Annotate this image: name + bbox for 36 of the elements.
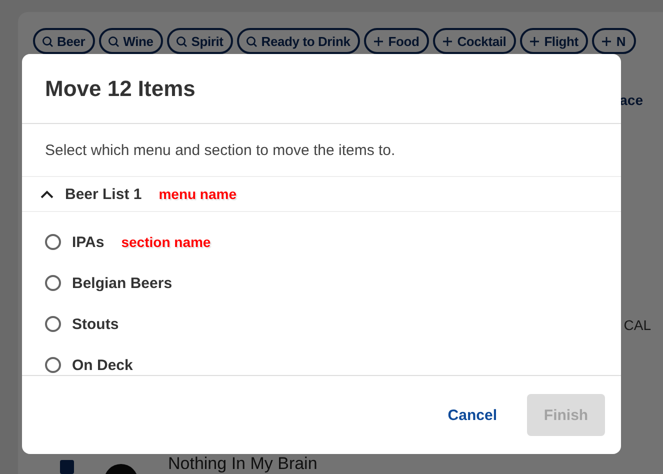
dialog-title: Move 12 Items <box>45 76 196 102</box>
plus-icon <box>601 36 612 46</box>
filter-chip[interactable]: Flight <box>520 28 588 54</box>
checkbox[interactable] <box>60 460 74 474</box>
radio-button[interactable] <box>45 234 61 250</box>
menu-header[interactable]: Beer List 1 menu name <box>22 177 621 212</box>
section-name: Belgian Beers <box>72 274 172 292</box>
section-name: On Deck <box>72 356 133 374</box>
radio-button[interactable] <box>45 275 61 291</box>
item-details: CAL <box>624 317 651 333</box>
section-name: Stouts <box>72 316 119 332</box>
filter-chip[interactable]: Ready to Drink <box>237 28 360 54</box>
search-icon <box>176 36 188 46</box>
plus-icon <box>373 36 384 46</box>
link-text[interactable]: ace <box>620 92 643 108</box>
radio-button[interactable] <box>45 357 61 373</box>
annotation-label: section name <box>121 234 211 250</box>
plus-icon <box>529 36 540 46</box>
dialog-description: Select which menu and section to move the items to. <box>45 142 396 158</box>
cancel-button[interactable]: Cancel <box>448 402 497 428</box>
item-title: Nothing In My Brain <box>168 454 318 474</box>
filter-chip[interactable]: Spirit <box>167 28 234 54</box>
chevron-icon <box>40 190 54 198</box>
search-icon <box>42 36 53 46</box>
filter-chip[interactable]: N <box>592 28 636 54</box>
filter-chip[interactable]: Food <box>364 28 430 54</box>
filter-chip[interactable]: Cocktail <box>433 28 516 54</box>
plus-icon <box>442 36 454 46</box>
section-name: IPAs <box>72 234 104 250</box>
menu-name: Beer List 1 <box>65 186 142 202</box>
search-icon <box>108 36 120 46</box>
radio-button[interactable] <box>45 316 61 332</box>
filter-chip[interactable]: Wine <box>99 28 164 54</box>
search-icon <box>246 36 258 46</box>
annotation-label: menu name <box>158 186 237 202</box>
filter-chip[interactable]: Beer <box>33 28 96 54</box>
